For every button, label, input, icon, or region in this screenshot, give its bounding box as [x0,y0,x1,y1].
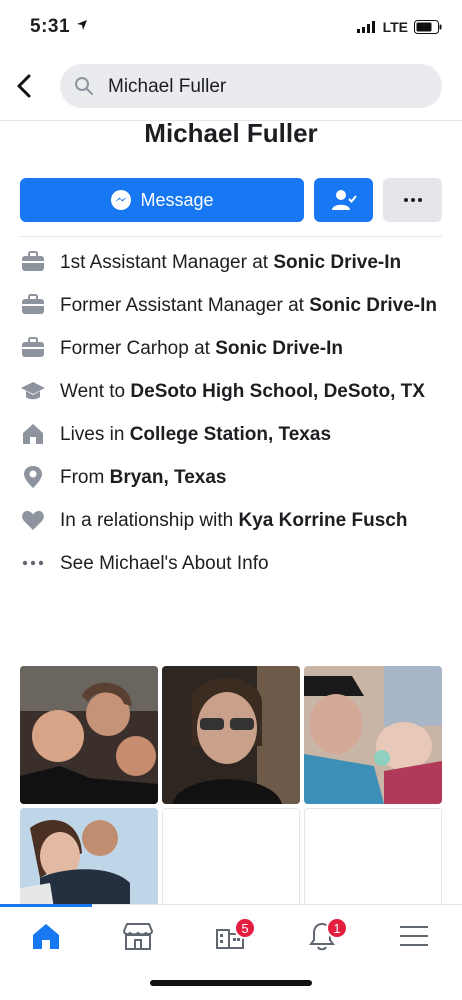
status-right: LTE [356,19,442,35]
friends-check-icon [331,190,357,210]
info-link[interactable]: Sonic Drive-In [309,295,437,316]
home-icon [20,422,46,446]
info-text: Former Carhop at Sonic Drive-In [60,338,343,359]
info-item-education: Went to DeSoto High School, DeSoto, TX [20,379,442,404]
info-item-from: From Bryan, Texas [20,465,442,490]
heart-icon [20,508,46,532]
notifications-badge: 1 [326,917,348,939]
info-text: See Michael's About Info [60,553,269,574]
info-link[interactable]: Kya Korrine Fusch [239,510,408,531]
info-item-work-2: Former Assistant Manager at Sonic Drive-… [20,293,442,318]
more-options-button[interactable] [383,178,442,222]
info-link[interactable]: Sonic Drive-In [273,252,401,273]
photo-thumbnail[interactable] [162,666,300,804]
info-text: In a relationship with Kya Korrine Fusch [60,510,408,531]
info-item-work-3: Former Carhop at Sonic Drive-In [20,336,442,361]
search-icon [75,77,93,95]
friend-status-button[interactable] [314,178,373,222]
home-icon [33,924,59,949]
profile-actions: Message [20,178,442,222]
message-button[interactable]: Message [20,178,304,222]
messenger-icon [111,190,132,210]
tab-home[interactable] [0,913,92,959]
intro-list: 1st Assistant Manager at Sonic Drive-In … [20,250,442,594]
back-button[interactable] [12,72,38,100]
info-text: Lives in College Station, Texas [60,424,332,445]
info-item-relationship: In a relationship with Kya Korrine Fusch [20,508,442,533]
bottom-tab-bar: 5 1 [0,904,462,964]
info-link[interactable]: Bryan, Texas [110,467,227,488]
info-text: 1st Assistant Manager at Sonic Drive-In [60,252,402,273]
info-text: Went to DeSoto High School, DeSoto, TX [60,381,425,402]
profile-name: Michael Fuller [144,118,318,148]
network-label: LTE [382,19,408,35]
info-link[interactable]: DeSoto High School, DeSoto, TX [130,381,425,402]
info-divider [20,236,442,237]
home-indicator [150,980,312,986]
message-button-label: Message [140,189,214,210]
status-time-text: 5:31 [30,16,71,37]
photo-thumbnail[interactable] [20,666,158,804]
back-arrow-icon [17,74,31,98]
search-input[interactable]: Michael Fuller [60,64,442,108]
status-bar: 5:31 LTE [0,0,462,54]
tab-pages[interactable]: 5 [184,913,276,959]
signal-icon [356,21,375,33]
tab-marketplace[interactable] [92,913,184,959]
marketplace-icon [122,923,154,950]
more-dots-icon [403,198,422,202]
info-link[interactable]: Sonic Drive-In [215,338,343,359]
see-about-info-link[interactable]: See Michael's About Info [20,551,442,576]
status-time: 5:31 [30,16,88,38]
more-dots-icon [20,551,46,575]
photo-thumbnail[interactable] [304,666,442,804]
active-tab-indicator [0,904,92,907]
info-item-lives: Lives in College Station, Texas [20,422,442,447]
info-text: From Bryan, Texas [60,467,227,488]
location-arrow-icon [76,20,87,30]
location-pin-icon [20,465,46,489]
menu-icon [400,926,428,946]
graduation-cap-icon [20,379,46,403]
info-item-work-1: 1st Assistant Manager at Sonic Drive-In [20,250,442,275]
search-query: Michael Fuller [108,76,227,97]
pages-badge: 5 [234,917,256,939]
briefcase-icon [20,250,46,274]
info-text: Former Assistant Manager at Sonic Drive-… [60,295,437,316]
tab-menu[interactable] [368,913,460,959]
search-header: Michael Fuller [0,60,462,114]
info-link[interactable]: College Station, Texas [130,424,331,445]
battery-icon [414,20,442,34]
briefcase-icon [20,293,46,317]
tab-notifications[interactable]: 1 [276,913,368,959]
briefcase-icon [20,336,46,360]
